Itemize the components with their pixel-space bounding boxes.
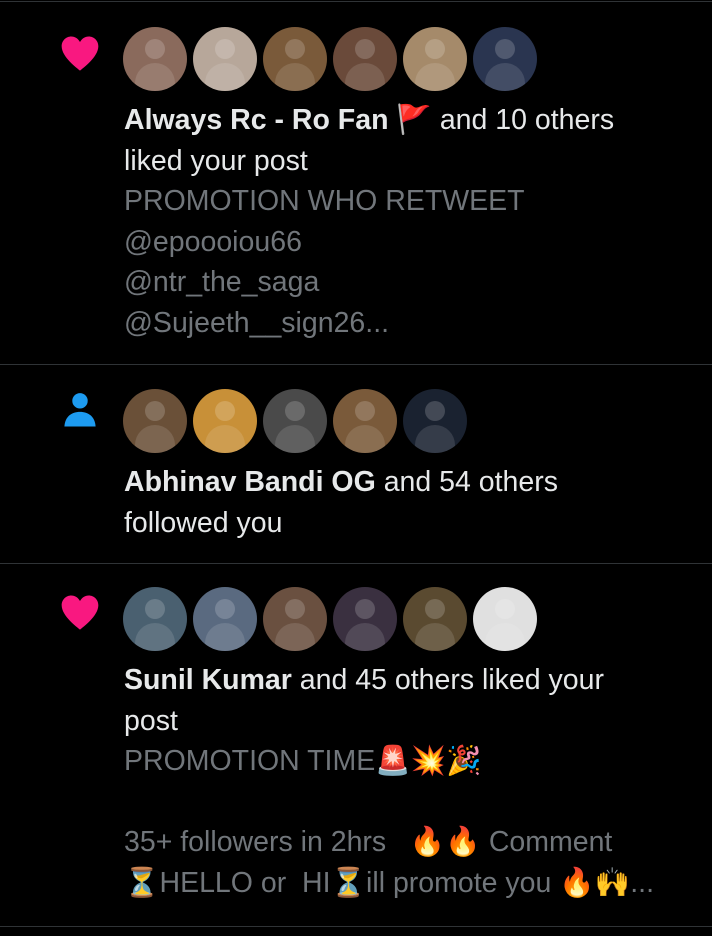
- avatar[interactable]: [473, 587, 537, 651]
- notification-follow[interactable]: Abhinav Bandi OG and 54 others followed …: [0, 365, 712, 564]
- post-preview-line: @Sujeeth__sign26...: [124, 306, 390, 339]
- actor-name[interactable]: Sunil Kumar: [124, 664, 292, 696]
- avatar[interactable]: [263, 27, 327, 91]
- avatar[interactable]: [403, 389, 467, 453]
- avatar[interactable]: [263, 587, 327, 651]
- avatar[interactable]: [333, 587, 397, 651]
- avatar-row: [123, 27, 543, 91]
- avatar[interactable]: [193, 27, 257, 91]
- action-continuation: liked your post: [124, 144, 308, 177]
- avatar[interactable]: [123, 587, 187, 651]
- notification-like-2[interactable]: Sunil Kumar and 45 others liked your pos…: [0, 564, 712, 927]
- notification-text: Always Rc - Ro Fan 🚩 and 10 others liked…: [124, 100, 684, 343]
- notification-like-1[interactable]: Always Rc - Ro Fan 🚩 and 10 others liked…: [0, 2, 712, 365]
- heart-icon: [61, 36, 99, 71]
- avatar-row: [123, 389, 473, 453]
- avatar[interactable]: [193, 587, 257, 651]
- post-preview-line: ⏳HELLO or HI⏳ill promote you 🔥🙌...: [124, 866, 655, 899]
- avatar[interactable]: [123, 389, 187, 453]
- action-continuation: post: [124, 704, 178, 737]
- avatar[interactable]: [403, 27, 467, 91]
- avatar[interactable]: [403, 587, 467, 651]
- post-preview-line: PROMOTION TIME🚨💥🎉: [124, 745, 482, 777]
- post-preview-line: 35+ followers in 2hrs 🔥🔥 Comment: [124, 826, 613, 858]
- action-inline: and 10 others: [431, 104, 615, 136]
- actor-name[interactable]: Always Rc - Ro Fan: [124, 104, 388, 136]
- avatar[interactable]: [333, 27, 397, 91]
- post-preview-line: PROMOTION WHO RETWEET: [124, 185, 525, 217]
- heart-icon: [61, 595, 99, 630]
- flag-emoji: 🚩: [396, 104, 432, 136]
- post-preview-line: @epoooiou66: [124, 225, 302, 258]
- action-continuation: followed you: [124, 506, 283, 539]
- avatar[interactable]: [473, 27, 537, 91]
- post-preview-blank-line: [124, 782, 684, 823]
- person-icon: [64, 393, 96, 427]
- avatar[interactable]: [333, 389, 397, 453]
- actor-name[interactable]: Abhinav Bandi OG: [124, 466, 376, 498]
- avatar[interactable]: [193, 389, 257, 453]
- action-inline: and 45 others liked your: [291, 664, 604, 696]
- post-preview-line: @ntr_the_saga: [124, 266, 320, 298]
- notification-text: Abhinav Bandi OG and 54 others followed …: [124, 462, 684, 543]
- avatar[interactable]: [123, 27, 187, 91]
- avatar-row: [123, 587, 543, 651]
- action-inline: and 54 others: [375, 466, 558, 498]
- notification-text: Sunil Kumar and 45 others liked your pos…: [124, 660, 684, 903]
- avatar[interactable]: [263, 389, 327, 453]
